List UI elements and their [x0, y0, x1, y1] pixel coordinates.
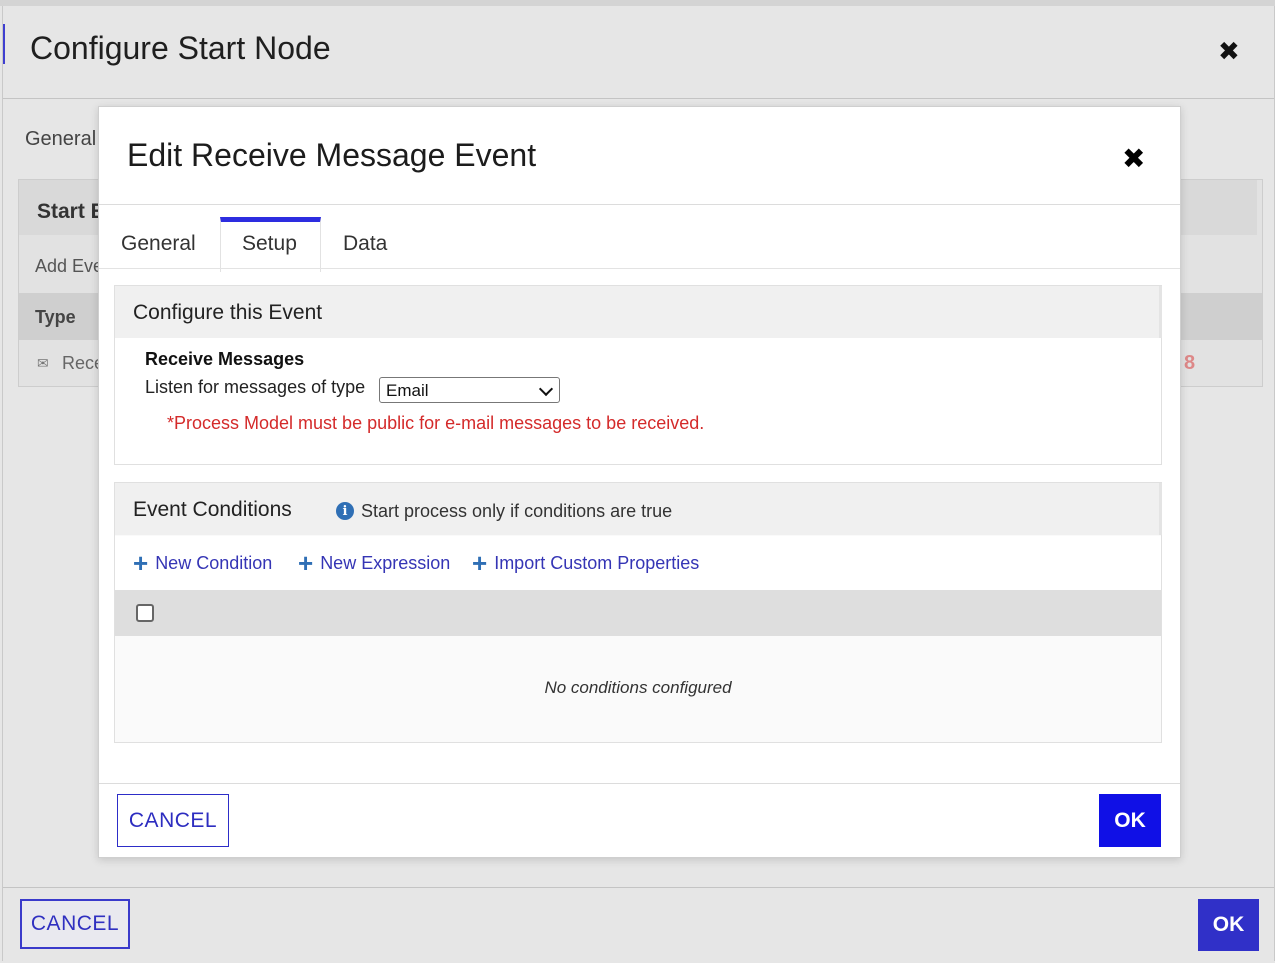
outer-header-divider	[3, 98, 1274, 99]
select-all-checkbox[interactable]	[136, 604, 154, 622]
message-type-value: Email	[386, 381, 429, 400]
configure-event-header: Configure this Event	[115, 286, 1162, 338]
empty-conditions-text: No conditions configured	[544, 678, 732, 697]
header-divider	[99, 204, 1180, 205]
outer-close-icon[interactable]: ✖	[1218, 36, 1240, 67]
outer-cancel-button[interactable]: CANCEL	[20, 899, 130, 949]
import-custom-properties-label: Import Custom Properties	[494, 553, 700, 573]
start-events-title: Start E	[37, 200, 105, 223]
dialog-title: Edit Receive Message Event	[127, 137, 537, 173]
new-condition-label: New Condition	[155, 553, 273, 573]
tab-general[interactable]: General	[121, 217, 221, 269]
outer-accent-bar	[3, 24, 5, 64]
plus-icon: +	[298, 547, 314, 578]
edit-receive-message-event-dialog: Edit Receive Message Event ✖ General Set…	[98, 106, 1181, 858]
new-condition-button[interactable]: + New Condition	[133, 547, 273, 578]
close-icon[interactable]: ✖	[1122, 142, 1145, 175]
chevron-down-icon	[538, 381, 554, 397]
ok-button[interactable]: OK	[1099, 794, 1161, 847]
conditions-info-text: Start process only if conditions are tru…	[361, 501, 673, 521]
event-conditions-header: Event Conditions i Start process only if…	[115, 483, 1162, 535]
mail-icon: ✉	[37, 355, 49, 371]
configure-event-title: Configure this Event	[133, 301, 323, 324]
new-expression-button[interactable]: + New Expression	[298, 547, 451, 578]
tab-setup[interactable]: Setup	[220, 217, 321, 272]
listen-for-label: Listen for messages of type	[145, 377, 366, 397]
event-conditions-section: Event Conditions i Start process only if…	[114, 482, 1162, 743]
public-warning-text: *Process Model must be public for e-mail…	[167, 413, 705, 433]
tabs-divider	[99, 268, 1180, 269]
info-icon: i	[336, 502, 354, 520]
plus-icon: +	[133, 547, 149, 578]
tab-data[interactable]: Data	[343, 217, 423, 269]
outer-tab-general[interactable]: General	[25, 128, 96, 151]
message-type-select[interactable]: Email	[379, 377, 560, 403]
outer-ok-button[interactable]: OK	[1198, 899, 1259, 951]
conditions-actions: + New Condition + New Expression + Impor…	[115, 536, 1161, 590]
receive-messages-label: Receive Messages	[145, 349, 305, 369]
configure-event-section: Configure this Event Receive Messages Li…	[114, 285, 1162, 465]
new-expression-label: New Expression	[320, 553, 451, 573]
delete-icon[interactable]: 8	[1184, 352, 1195, 375]
conditions-grid-header	[115, 590, 1161, 636]
add-event-link[interactable]: Add Eve	[35, 256, 103, 277]
event-conditions-title: Event Conditions	[133, 498, 292, 521]
column-header-type: Type	[35, 307, 76, 327]
outer-dialog-title: Configure Start Node	[30, 30, 331, 66]
footer-divider	[99, 783, 1180, 784]
outer-footer-divider	[3, 887, 1274, 888]
import-custom-properties-button[interactable]: + Import Custom Properties	[472, 547, 700, 578]
cancel-button[interactable]: CANCEL	[117, 794, 229, 847]
plus-icon: +	[472, 547, 488, 578]
